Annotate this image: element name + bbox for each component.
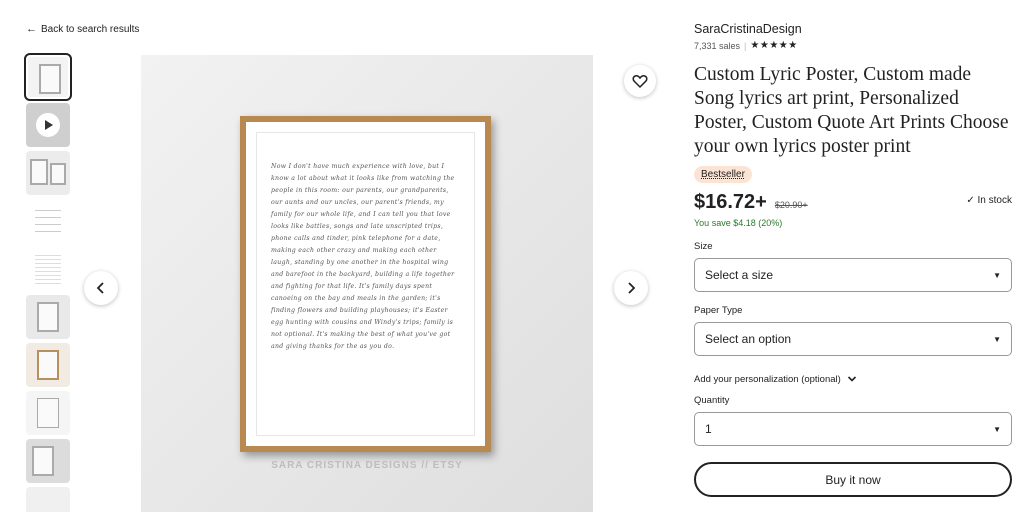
thumbnail-5[interactable]	[26, 247, 70, 291]
favorite-button[interactable]	[624, 65, 656, 97]
quantity-select[interactable]: 1 ▼	[694, 412, 1012, 446]
poster-frame: Now I don't have much experience with lo…	[240, 116, 491, 452]
thumbnail-6[interactable]	[26, 295, 70, 339]
shop-sales-row: 7,331 sales | ★★★★★	[694, 40, 798, 51]
thumbnail-strip	[24, 53, 72, 512]
paper-type-select-value: Select an option	[705, 332, 792, 346]
next-image-button[interactable]	[614, 271, 648, 305]
thumbnail-3[interactable]	[26, 151, 70, 195]
image-watermark: SARA CRISTINA DESIGNS // ETSY	[271, 460, 463, 471]
bestseller-badge[interactable]: Bestseller	[694, 166, 752, 183]
paper-type-label: Paper Type	[694, 305, 743, 316]
chevron-left-icon	[96, 282, 104, 294]
thumbnail-9[interactable]	[26, 439, 70, 483]
savings-text: You save $4.18 (20%)	[694, 218, 783, 228]
rating-stars-icon: ★★★★★	[750, 40, 798, 51]
thumbnail-4[interactable]	[26, 199, 70, 243]
thumbnail-video[interactable]	[26, 103, 70, 147]
shop-name-link[interactable]: SaraCristinaDesign	[694, 22, 1012, 36]
original-price: $20.90+	[774, 200, 808, 210]
heart-icon	[632, 75, 648, 89]
size-select[interactable]: Select a size ▼	[694, 258, 1012, 292]
poster-lyrics-text: Now I don't have much experience with lo…	[271, 163, 455, 350]
size-label: Size	[694, 241, 713, 252]
main-product-image: Now I don't have much experience with lo…	[141, 55, 593, 512]
thumbnail-8[interactable]	[26, 391, 70, 435]
paper-type-select[interactable]: Select an option ▼	[694, 322, 1012, 356]
back-to-search-link[interactable]: ← Back to search results	[26, 23, 139, 35]
arrow-left-icon: ←	[26, 23, 37, 35]
size-select-value: Select a size	[705, 268, 774, 282]
caret-down-icon: ▼	[993, 424, 1001, 434]
personalization-toggle[interactable]: Add your personalization (optional)	[694, 374, 1012, 385]
product-title: Custom Lyric Poster, Custom made Song ly…	[694, 64, 1009, 157]
stock-status: ✓ In stock	[966, 195, 1012, 206]
quantity-label: Quantity	[694, 395, 730, 406]
thumbnail-10[interactable]	[26, 487, 70, 512]
back-link-label: Back to search results	[41, 23, 140, 35]
previous-image-button[interactable]	[84, 271, 118, 305]
stock-label: In stock	[977, 195, 1012, 206]
check-icon: ✓	[966, 195, 975, 206]
caret-down-icon: ▼	[993, 270, 1001, 280]
personalization-label: Add your personalization (optional)	[694, 374, 841, 385]
chevron-down-icon	[848, 376, 857, 383]
quantity-select-value: 1	[705, 422, 712, 436]
thumbnail-1[interactable]	[24, 53, 72, 101]
play-icon	[36, 113, 60, 137]
chevron-right-icon	[628, 282, 636, 294]
caret-down-icon: ▼	[993, 334, 1001, 344]
product-details-panel: SaraCristinaDesign 7,331 sales | ★★★★★ C…	[694, 22, 1012, 497]
sales-count: 7,331 sales	[694, 40, 741, 51]
buy-it-now-button[interactable]: Buy it now	[694, 462, 1012, 497]
current-price: $16.72+	[694, 191, 767, 213]
thumbnail-7[interactable]	[26, 343, 70, 387]
price-row: $16.72+ $20.90+ ✓ In stock	[694, 191, 1012, 214]
